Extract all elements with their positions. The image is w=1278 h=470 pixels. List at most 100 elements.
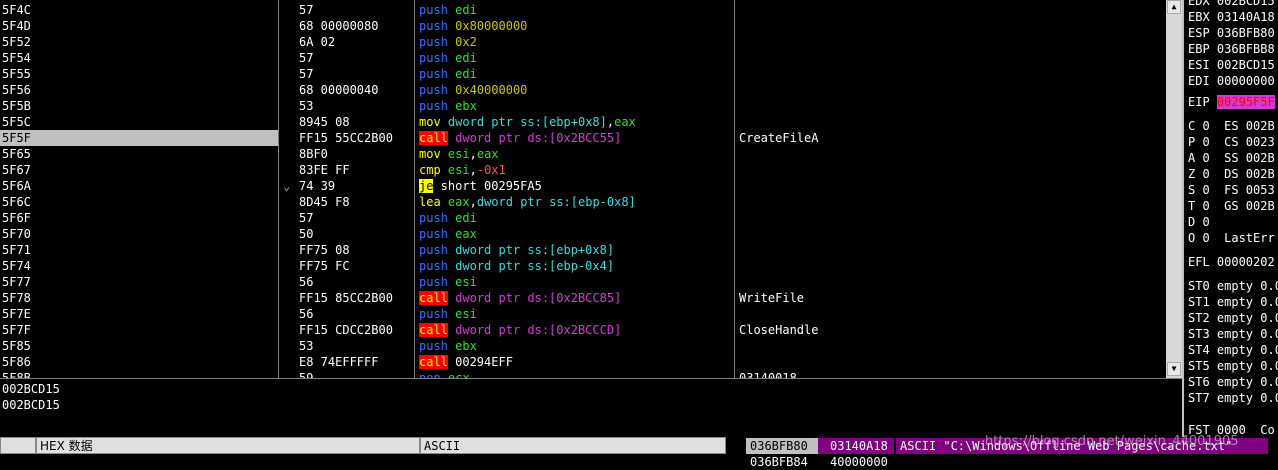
disasm-row[interactable]: 5F8B 59 pop ecx 03140018 [0, 370, 1166, 378]
register-value[interactable]: 00000000 [1217, 74, 1275, 88]
instruction-cell: mov dword ptr ss:[ebp+0x8],eax [419, 114, 733, 130]
fpu-register[interactable]: ST5 empty 0.0 [1188, 358, 1278, 374]
register-value[interactable]: 036BFB80 [1217, 26, 1275, 40]
fpu-register[interactable]: ST1 empty 0.0 [1188, 294, 1278, 310]
stack-value[interactable]: 03140A18 [818, 438, 894, 454]
bytes-cell: 56 [299, 275, 314, 289]
disasm-row[interactable]: 5F56 68 00000040 push 0x40000000 [0, 82, 1166, 98]
register-name: ESP [1188, 26, 1210, 40]
disasm-row[interactable]: 5F6F 57 push edi [0, 210, 1166, 226]
disasm-row[interactable]: 5F78 FF15 85CC2B00 call dword ptr ds:[0x2B… [0, 290, 1166, 306]
disasm-row[interactable]: 5F6C 8D45 F8 lea eax,dword ptr ss:[ebp-0x8… [0, 194, 1166, 210]
disasm-row[interactable]: 5F55 57 push edi [0, 66, 1166, 82]
disassembly-pane[interactable]: 5F4C 57 push edi 5F4D 68 00000080 push 0x8000… [0, 0, 1166, 378]
disasm-row[interactable]: 5F5B 53 push ebx [0, 98, 1166, 114]
bytes-cell: 57 [299, 51, 314, 65]
fpu-register[interactable]: ST7 empty 0.0 [1188, 390, 1278, 406]
disasm-row[interactable]: 5F7E 56 push esi [0, 306, 1166, 322]
flag-row[interactable]: P 0 CS 0023 [1188, 134, 1275, 150]
disasm-row[interactable]: 5F85 53 push ebx [0, 338, 1166, 354]
disasm-row[interactable]: 5F67 83FE FF cmp esi,-0x1 [0, 162, 1166, 178]
instruction-token: pop [419, 371, 441, 378]
instruction-token: push [419, 275, 448, 289]
instruction-token [441, 115, 448, 129]
instruction-token: ebx [455, 339, 477, 353]
address-cell: 5F8B [2, 371, 31, 378]
disasm-row[interactable]: 5F65 8BF0 mov esi,eax [0, 146, 1166, 162]
instruction-token [441, 371, 448, 378]
flag-row[interactable]: Z 0 DS 002B [1188, 166, 1275, 182]
instruction-token: edi [455, 51, 477, 65]
disasm-row[interactable]: 5F5F FF15 55CC2B00 call dword ptr ds:[0x2B… [0, 130, 1166, 146]
disasm-row[interactable]: 5F86 E8 74EFFFFF call 00294EFF [0, 354, 1166, 370]
register-esi[interactable]: ESI 002BCD15 [1188, 57, 1275, 73]
register-name: EDX [1188, 0, 1210, 8]
bytes-cell: 57 [299, 3, 314, 17]
stack-address[interactable]: 036BFB84 [750, 454, 808, 470]
disasm-row[interactable]: 5F5C 8945 08 mov dword ptr ss:[ebp+0x8],ea… [0, 114, 1166, 130]
stack-value[interactable]: 40000000 [830, 454, 888, 470]
disasm-row[interactable]: 5F4C 57 push edi [0, 2, 1166, 18]
instruction-cell: push 0x80000000 [419, 18, 733, 34]
instruction-token: dword ptr ds:[0x2BCCCD] [455, 323, 622, 337]
register-ebx[interactable]: EBX 03140A18 [1188, 9, 1275, 25]
register-eip[interactable]: EIP 00295F5F [1188, 94, 1275, 110]
register-ebp[interactable]: EBP 036BFBB8 [1188, 41, 1275, 57]
scroll-down-arrow-icon[interactable]: ▼ [1167, 362, 1181, 376]
disasm-row[interactable]: 5F6A ⌄ 74 39 je short 00295FA5 [0, 178, 1166, 194]
instruction-token: 0x80000000 [455, 19, 528, 33]
instruction-token: cmp [419, 163, 441, 177]
flag-row[interactable]: O 0 LastErr [1188, 230, 1275, 246]
registers-pane[interactable]: EDX 002BCD15 EBX 03140A18 ESP 036BFB80 EBP … [1182, 0, 1278, 437]
instruction-token: dword ptr ss:[ebp+0x8] [447, 115, 607, 129]
disasm-row[interactable]: 5F77 56 push esi [0, 274, 1166, 290]
address-cell: 5F6A [2, 179, 31, 193]
instruction-cell: pop ecx [419, 370, 733, 378]
flag-row[interactable]: T 0 GS 002B [1188, 198, 1275, 214]
fpu-register[interactable]: ST4 empty 0.0 [1188, 342, 1278, 358]
register-value[interactable]: 03140A18 [1217, 10, 1275, 24]
fpu-register[interactable]: ST6 empty 0.0 [1188, 374, 1278, 390]
disassembly-scrollbar[interactable]: ▲ ▼ [1166, 0, 1182, 378]
register-value[interactable]: 00295F5F [1216, 95, 1275, 109]
register-value[interactable]: 002BCD15 [1217, 0, 1275, 8]
address-cell: 5F55 [2, 67, 31, 81]
disasm-row[interactable]: 5F54 57 push edi [0, 50, 1166, 66]
disasm-row[interactable]: 5F74 FF75 FC push dword ptr ss:[ebp-0x4] [0, 258, 1166, 274]
dump-ascii-header[interactable]: ASCII [420, 437, 726, 454]
flag-row[interactable]: A 0 SS 002B [1188, 150, 1275, 166]
dump-hex-header[interactable]: HEX 数据 [36, 437, 420, 454]
instruction-token [441, 195, 448, 209]
disasm-row[interactable]: 5F7F FF15 CDCC2B00 call dword ptr ds:[0x2B… [0, 322, 1166, 338]
register-esp[interactable]: ESP 036BFB80 [1188, 25, 1275, 41]
disasm-row[interactable]: 5F4D 68 00000080 push 0x80000000 [0, 18, 1166, 34]
stack-address[interactable]: 036BFB80 [746, 438, 820, 454]
bytes-cell: 57 [299, 67, 314, 81]
register-edi[interactable]: EDI 00000000 [1188, 73, 1275, 89]
register-value[interactable]: 002BCD15 [1217, 58, 1275, 72]
register-edx[interactable]: EDX 002BCD15 [1188, 0, 1275, 9]
disasm-row[interactable]: 5F70 50 push eax [0, 226, 1166, 242]
flag-row[interactable]: D 0 [1188, 214, 1210, 230]
bytes-cell: 68 00000040 [299, 83, 379, 97]
address-cell: 5F70 [2, 227, 31, 241]
disasm-row[interactable]: 5F71 FF75 08 push dword ptr ss:[ebp+0x8] [0, 242, 1166, 258]
instruction-token: push [419, 99, 448, 113]
address-cell: 5F74 [2, 259, 31, 273]
fpu-register[interactable]: ST0 empty 0.0 [1188, 278, 1278, 294]
register-name: EIP [1188, 95, 1210, 109]
fpu-register[interactable]: ST3 empty 0.0 [1188, 326, 1278, 342]
instruction-token: , [469, 163, 477, 177]
fpu-register[interactable]: ST2 empty 0.0 [1188, 310, 1278, 326]
address-cell: 5F7E [2, 307, 31, 321]
instruction-token: push [419, 259, 448, 273]
disasm-row[interactable]: 5F52 6A 02 push 0x2 [0, 34, 1166, 50]
register-efl[interactable]: EFL 00000202 [1188, 254, 1275, 270]
register-value[interactable]: 036BFBB8 [1217, 42, 1275, 56]
flag-row[interactable]: S 0 FS 0053 [1188, 182, 1275, 198]
instruction-cell: push ebx [419, 98, 733, 114]
dump-address-header[interactable] [0, 437, 36, 454]
bytes-cell: FF75 FC [299, 259, 350, 273]
scroll-up-arrow-icon[interactable]: ▲ [1167, 0, 1181, 14]
flag-row[interactable]: C 0 ES 002B [1188, 118, 1275, 134]
